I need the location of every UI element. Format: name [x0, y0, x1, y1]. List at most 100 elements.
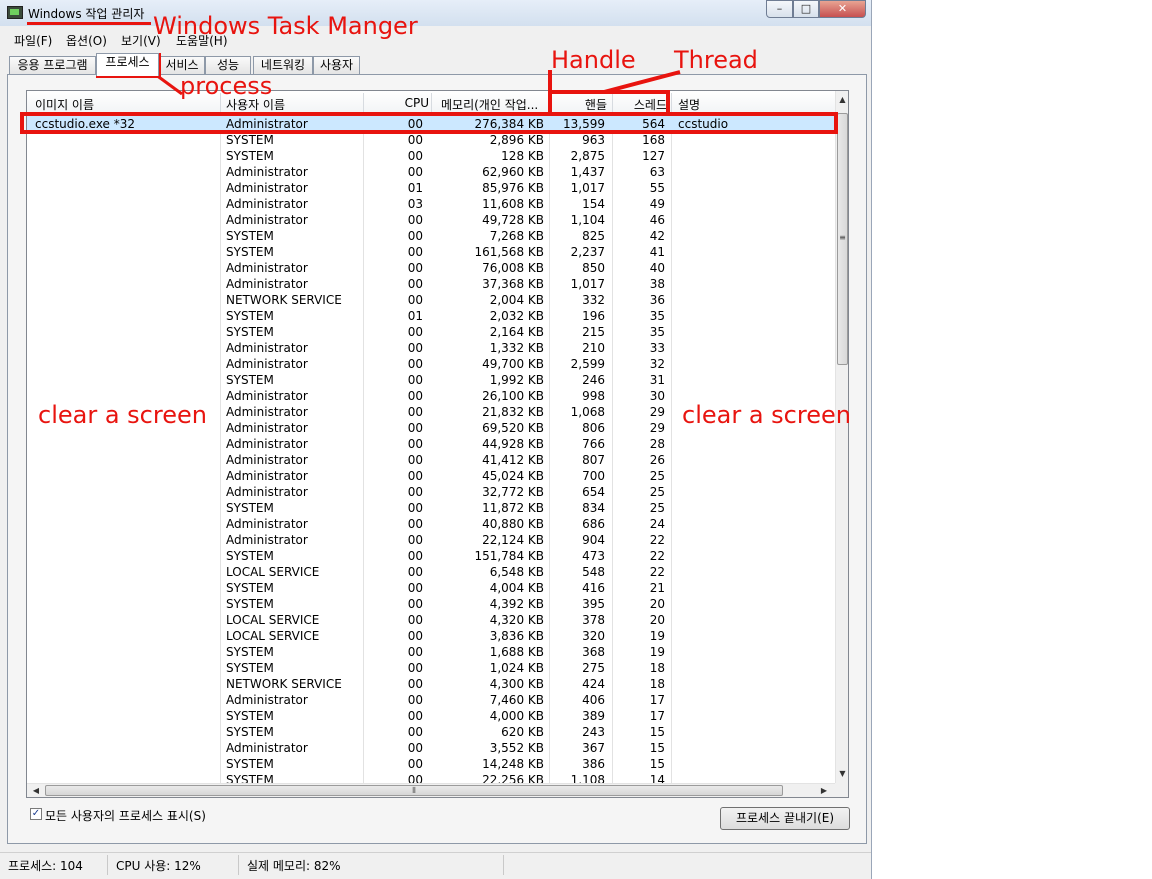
process-row[interactable]: SYSTEM 00 14,248 KB 386 15 [27, 756, 835, 772]
process-row[interactable]: NETWORK SERVICE 00 2,004 KB 332 36 [27, 292, 835, 308]
process-threads: 18 [649, 661, 665, 675]
process-memory: 49,700 KB [482, 357, 544, 371]
process-row[interactable]: Administrator 03 11,608 KB 154 49 [27, 196, 835, 212]
header-cpu[interactable]: CPU [367, 96, 429, 110]
process-row[interactable]: SYSTEM 00 4,000 KB 389 17 [27, 708, 835, 724]
process-row[interactable]: Administrator 00 62,960 KB 1,437 63 [27, 164, 835, 180]
process-row[interactable]: SYSTEM 00 11,872 KB 834 25 [27, 500, 835, 516]
process-row[interactable]: Administrator 00 49,700 KB 2,599 32 [27, 356, 835, 372]
vertical-scrollbar[interactable]: ▲ ≡ ▼ [835, 91, 848, 783]
horizontal-scrollbar[interactable]: ◀ ⦀ ▶ [27, 783, 835, 797]
process-row[interactable]: SYSTEM 00 1,992 KB 246 31 [27, 372, 835, 388]
process-row[interactable]: Administrator 00 32,772 KB 654 25 [27, 484, 835, 500]
process-cpu: 00 [407, 437, 423, 451]
process-row[interactable]: SYSTEM 01 2,032 KB 196 35 [27, 308, 835, 324]
process-row[interactable]: SYSTEM 00 1,688 KB 368 19 [27, 644, 835, 660]
header-threads[interactable]: 스레드 [613, 96, 667, 113]
header-memory[interactable]: 메모리(개인 작업... [441, 96, 538, 113]
process-threads: 35 [649, 309, 665, 323]
process-row[interactable]: Administrator 01 85,976 KB 1,017 55 [27, 180, 835, 196]
process-row[interactable]: SYSTEM 00 7,268 KB 825 42 [27, 228, 835, 244]
maximize-button[interactable]: □ [793, 0, 819, 18]
process-handles: 389 [582, 709, 605, 723]
scroll-right-arrow-icon[interactable]: ▶ [817, 784, 831, 797]
process-threads: 33 [649, 341, 665, 355]
process-row[interactable]: SYSTEM 00 4,004 KB 416 21 [27, 580, 835, 596]
process-threads: 28 [649, 437, 665, 451]
process-row[interactable]: LOCAL SERVICE 00 4,320 KB 378 20 [27, 612, 835, 628]
process-row[interactable]: Administrator 00 49,728 KB 1,104 46 [27, 212, 835, 228]
process-row[interactable]: SYSTEM 00 2,164 KB 215 35 [27, 324, 835, 340]
vertical-scroll-thumb[interactable]: ≡ [837, 113, 848, 365]
process-handles: 154 [582, 197, 605, 211]
process-row[interactable]: Administrator 00 44,928 KB 766 28 [27, 436, 835, 452]
minimize-button[interactable]: – [766, 0, 793, 18]
process-user-name: NETWORK SERVICE [226, 293, 342, 307]
process-row[interactable]: SYSTEM 00 1,024 KB 275 18 [27, 660, 835, 676]
close-button[interactable]: ✕ [819, 0, 866, 18]
process-handles: 1,437 [570, 165, 605, 179]
process-threads: 36 [649, 293, 665, 307]
process-row[interactable]: Administrator 00 1,332 KB 210 33 [27, 340, 835, 356]
header-divider[interactable] [363, 93, 364, 113]
process-cpu: 03 [407, 197, 423, 211]
scroll-up-arrow-icon[interactable]: ▲ [836, 93, 848, 107]
end-process-button[interactable]: 프로세스 끝내기(E) [720, 807, 850, 830]
process-list[interactable]: 이미지 이름 사용자 이름 CPU 메모리(개인 작업... 핸들 스레드 설명… [26, 90, 849, 798]
header-handles[interactable]: 핸들 [551, 96, 607, 113]
process-cpu: 00 [407, 597, 423, 611]
tab-users[interactable]: 사용자 [313, 56, 360, 75]
process-cpu: 00 [407, 533, 423, 547]
process-row[interactable]: Administrator 00 7,460 KB 406 17 [27, 692, 835, 708]
process-threads: 22 [649, 549, 665, 563]
process-memory: 62,960 KB [482, 165, 544, 179]
process-threads: 22 [649, 533, 665, 547]
process-row[interactable]: NETWORK SERVICE 00 4,300 KB 424 18 [27, 676, 835, 692]
process-cpu: 00 [407, 357, 423, 371]
process-memory: 32,772 KB [482, 485, 544, 499]
process-row[interactable]: SYSTEM 00 161,568 KB 2,237 41 [27, 244, 835, 260]
grip-icon: ⦀ [412, 786, 416, 795]
thread-connector-annotation [603, 70, 681, 94]
process-memory: 2,004 KB [489, 293, 544, 307]
menu-file[interactable]: 파일(F) [14, 32, 52, 49]
process-user-name: Administrator [226, 437, 308, 451]
process-row[interactable]: LOCAL SERVICE 00 6,548 KB 548 22 [27, 564, 835, 580]
scroll-down-arrow-icon[interactable]: ▼ [836, 767, 848, 781]
scroll-left-arrow-icon[interactable]: ◀ [29, 784, 43, 797]
process-memory: 3,836 KB [489, 629, 544, 643]
process-cpu: 00 [407, 421, 423, 435]
process-rows: ccstudio.exe *32 Administrator 00 276,384 K… [27, 116, 835, 783]
grip-icon: ≡ [839, 233, 846, 242]
process-memory: 1,024 KB [489, 661, 544, 675]
process-row[interactable]: Administrator 00 3,552 KB 367 15 [27, 740, 835, 756]
tab-applications[interactable]: 응용 프로그램 [9, 56, 96, 75]
header-image-name[interactable]: 이미지 이름 [35, 96, 94, 113]
process-user-name: Administrator [226, 693, 308, 707]
process-user-name: Administrator [226, 517, 308, 531]
header-divider[interactable] [431, 93, 432, 113]
menu-options[interactable]: 옵션(O) [66, 32, 107, 49]
process-row[interactable]: Administrator 00 41,412 KB 807 26 [27, 452, 835, 468]
show-all-users-label[interactable]: 모든 사용자의 프로세스 표시(S) [45, 807, 206, 824]
header-description[interactable]: 설명 [678, 96, 700, 113]
process-row[interactable]: LOCAL SERVICE 00 3,836 KB 320 19 [27, 628, 835, 644]
process-row[interactable]: SYSTEM 00 620 KB 243 15 [27, 724, 835, 740]
process-row[interactable]: Administrator 00 40,880 KB 686 24 [27, 516, 835, 532]
horizontal-scroll-thumb[interactable]: ⦀ [45, 785, 783, 796]
process-row[interactable]: Administrator 00 22,124 KB 904 22 [27, 532, 835, 548]
process-row[interactable]: SYSTEM 00 151,784 KB 473 22 [27, 548, 835, 564]
process-handles: 548 [582, 565, 605, 579]
process-row[interactable]: SYSTEM 00 4,392 KB 395 20 [27, 596, 835, 612]
tab-processes[interactable]: 프로세스 [96, 53, 159, 76]
show-all-users-checkbox[interactable]: ✓ [30, 808, 42, 820]
process-row[interactable]: Administrator 00 76,008 KB 850 40 [27, 260, 835, 276]
process-row[interactable]: SYSTEM 00 22,256 KB 1,108 14 [27, 772, 835, 783]
header-divider[interactable] [671, 93, 672, 113]
process-row[interactable]: Administrator 00 37,368 KB 1,017 38 [27, 276, 835, 292]
process-row[interactable]: SYSTEM 00 128 KB 2,875 127 [27, 148, 835, 164]
process-row[interactable]: SYSTEM 00 2,896 KB 963 168 [27, 132, 835, 148]
process-row[interactable]: Administrator 00 45,024 KB 700 25 [27, 468, 835, 484]
process-cpu: 00 [407, 229, 423, 243]
process-threads: 14 [649, 773, 665, 783]
